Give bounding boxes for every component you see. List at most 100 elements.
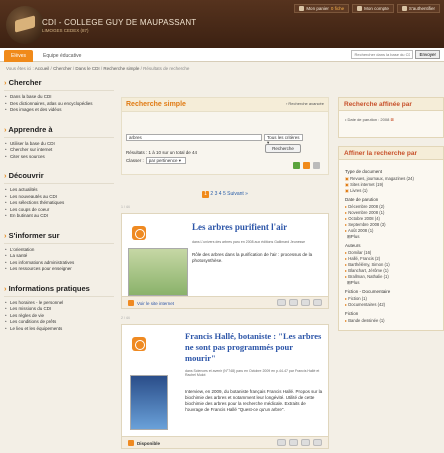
result-meta: dans Sciences et avenir (N°748) paru en … bbox=[185, 369, 320, 378]
download-icon[interactable] bbox=[293, 162, 300, 169]
facet-heading: Type de document bbox=[345, 169, 383, 174]
result-index: 1 / 44 bbox=[121, 205, 130, 209]
breadcrumb: Vous êtes ici : Accueil / Chercher / Dan… bbox=[6, 66, 190, 71]
sidebar-section: › Informations pratiques Les horaires - … bbox=[4, 284, 114, 333]
facet-item[interactable]: ▣ Livres (1) bbox=[345, 188, 437, 194]
print-icon[interactable] bbox=[313, 162, 320, 169]
sort-label: Classer : bbox=[126, 158, 144, 163]
website-icon bbox=[132, 226, 146, 240]
site-search-input[interactable] bbox=[351, 50, 414, 59]
crumb-chercher[interactable]: Chercher bbox=[53, 66, 72, 71]
result-description: Interview, en 2009, du botaniste françai… bbox=[185, 389, 323, 412]
search-form: arbres Tous les critères ▾ Recherche Rés… bbox=[122, 112, 328, 174]
site-header: CDI - COLLEGE GUY DE MAUPASSANT LIMOGES … bbox=[0, 0, 444, 48]
notice-icon[interactable] bbox=[277, 439, 286, 446]
search-panel-title: Recherche simple bbox=[126, 101, 186, 108]
refined-search-box: Recherche affinée par • Date de parution… bbox=[338, 97, 444, 138]
result-title[interactable]: Francis Hallé, botaniste : "Les arbres n… bbox=[185, 331, 325, 364]
result-meta: dans L'univers des arbres paru en 2008 a… bbox=[192, 240, 306, 244]
sort-row: Classer : par pertinence ▾ bbox=[126, 157, 186, 164]
page-5[interactable]: 5 bbox=[223, 191, 226, 197]
refine-box: Affiner la recherche par Type de documen… bbox=[338, 146, 444, 331]
availability-status: Disponible bbox=[128, 440, 160, 446]
tab-eleves[interactable]: Elèves bbox=[4, 50, 34, 62]
result-actions bbox=[277, 299, 322, 306]
section-title: › Découvrir bbox=[4, 171, 114, 184]
crumb-cdi[interactable]: Dans le CDI bbox=[75, 66, 99, 71]
user-icon bbox=[401, 6, 407, 11]
crumb-accueil[interactable]: Accueil bbox=[35, 66, 50, 71]
right-sidebar: Recherche affinée par • Date de parution… bbox=[338, 97, 444, 339]
sidebar-link[interactable]: Les ressources pour enseigner bbox=[4, 266, 114, 273]
result-index: 2 / 44 bbox=[121, 316, 130, 320]
crumb-current: Résultats de recherche bbox=[143, 66, 190, 71]
facet-item[interactable]: ▸ Documentaires (42) bbox=[345, 302, 437, 308]
sidebar-section: › Apprendre à Utiliser la base du CDI Ch… bbox=[4, 125, 114, 161]
page-1[interactable]: 1 bbox=[202, 191, 210, 198]
login-link[interactable]: S'authentifier bbox=[396, 4, 440, 13]
notice-icon[interactable] bbox=[277, 299, 286, 306]
refined-title: Recherche affinée par bbox=[339, 98, 443, 111]
available-icon bbox=[128, 440, 134, 446]
sidebar-link[interactable]: Citer ses sources bbox=[4, 154, 114, 161]
facet-heading: Fiction - Documentaire bbox=[345, 289, 391, 294]
basket-add-icon[interactable] bbox=[289, 299, 298, 306]
criteria-select[interactable]: Tous les critères ▾ bbox=[264, 134, 303, 145]
sidebar-section: › Découvrir Les actualités Les nouveauté… bbox=[4, 171, 114, 220]
result-title[interactable]: Les arbres purifient l'air bbox=[192, 222, 287, 232]
result-card: Les arbres purifient l'air dans L'univer… bbox=[121, 213, 329, 309]
tab-equipe[interactable]: Equipe éducative bbox=[36, 50, 88, 62]
result-footer: Voir le site internet bbox=[122, 296, 328, 308]
article-icon bbox=[132, 337, 146, 351]
basket-add-icon[interactable] bbox=[289, 439, 298, 446]
page: CDI - COLLEGE GUY DE MAUPASSANT LIMOGES … bbox=[0, 0, 444, 453]
email-icon[interactable] bbox=[301, 439, 310, 446]
page-2[interactable]: 2 bbox=[210, 191, 213, 197]
section-title: › Apprendre à bbox=[4, 125, 114, 138]
crumb-recherche-simple[interactable]: Recherche simple bbox=[103, 66, 139, 71]
site-search-button[interactable]: Envoyer bbox=[415, 50, 440, 59]
page-4[interactable]: 4 bbox=[219, 191, 222, 197]
globe-icon bbox=[128, 300, 134, 306]
results-count: Résultats : 1 à 10 sur un total de 44 bbox=[126, 150, 198, 155]
page-3[interactable]: 3 bbox=[215, 191, 218, 197]
result-card: Francis Hallé, botaniste : "Les arbres n… bbox=[121, 324, 329, 449]
facet-heading: Fiction bbox=[345, 311, 359, 316]
result-tools bbox=[293, 162, 320, 169]
account-link[interactable]: Mon compte bbox=[352, 4, 394, 13]
more-link[interactable]: ⊞Plus bbox=[347, 280, 437, 286]
email-icon[interactable] bbox=[301, 299, 310, 306]
advanced-search-link[interactable]: › Recherche avancée bbox=[286, 101, 324, 108]
user-icon bbox=[357, 6, 363, 11]
sort-select[interactable]: par pertinence ▾ bbox=[145, 157, 186, 164]
search-button[interactable]: Recherche bbox=[265, 144, 301, 153]
facet-heading: Date de parution bbox=[345, 197, 379, 202]
site-title: CDI - COLLEGE GUY DE MAUPASSANT bbox=[42, 18, 197, 27]
search-panel-header: Recherche simple › Recherche avancée bbox=[122, 98, 328, 112]
sidebar-section: › S'informer sur L'orientation La santé … bbox=[4, 231, 114, 273]
rss-icon[interactable] bbox=[303, 162, 310, 169]
basket-link[interactable]: Mon panier 0 fiche bbox=[294, 4, 350, 13]
school-logo[interactable] bbox=[6, 6, 44, 44]
magazine-cover bbox=[130, 375, 168, 430]
next-page[interactable]: Suivant » bbox=[227, 191, 248, 197]
query-input[interactable]: arbres bbox=[126, 134, 262, 141]
sidebar-link[interactable]: Le lieu et les équipements bbox=[4, 326, 114, 333]
result-thumbnail bbox=[128, 248, 188, 296]
facet-heading: Auteurs bbox=[345, 243, 361, 248]
sidebar-section: › Chercher Dans la base du CDI Des dicti… bbox=[4, 78, 114, 114]
share-icon[interactable] bbox=[313, 299, 322, 306]
top-links: Mon panier 0 fiche Mon compte S'authentif… bbox=[294, 4, 440, 13]
search-panel: Recherche simple › Recherche avancée arb… bbox=[121, 97, 329, 175]
sidebar-link[interactable]: Des images et des vidéos bbox=[4, 107, 114, 114]
result-actions bbox=[277, 439, 322, 446]
site-subtitle: LIMOGES CEDEX (87) bbox=[42, 28, 89, 33]
active-filter[interactable]: • Date de parution : 2008 ⊠ bbox=[345, 117, 437, 122]
facet-item[interactable]: ▸ Bande dessinée (1) bbox=[345, 318, 437, 324]
left-sidebar: › Chercher Dans la base du CDI Des dicti… bbox=[4, 78, 114, 343]
more-link[interactable]: ⊞Plus bbox=[347, 234, 437, 240]
view-website-link[interactable]: Voir le site internet bbox=[128, 300, 174, 306]
sidebar-link[interactable]: En butinant au CDI bbox=[4, 213, 114, 220]
share-icon[interactable] bbox=[313, 439, 322, 446]
refine-title: Affiner la recherche par bbox=[339, 147, 443, 160]
